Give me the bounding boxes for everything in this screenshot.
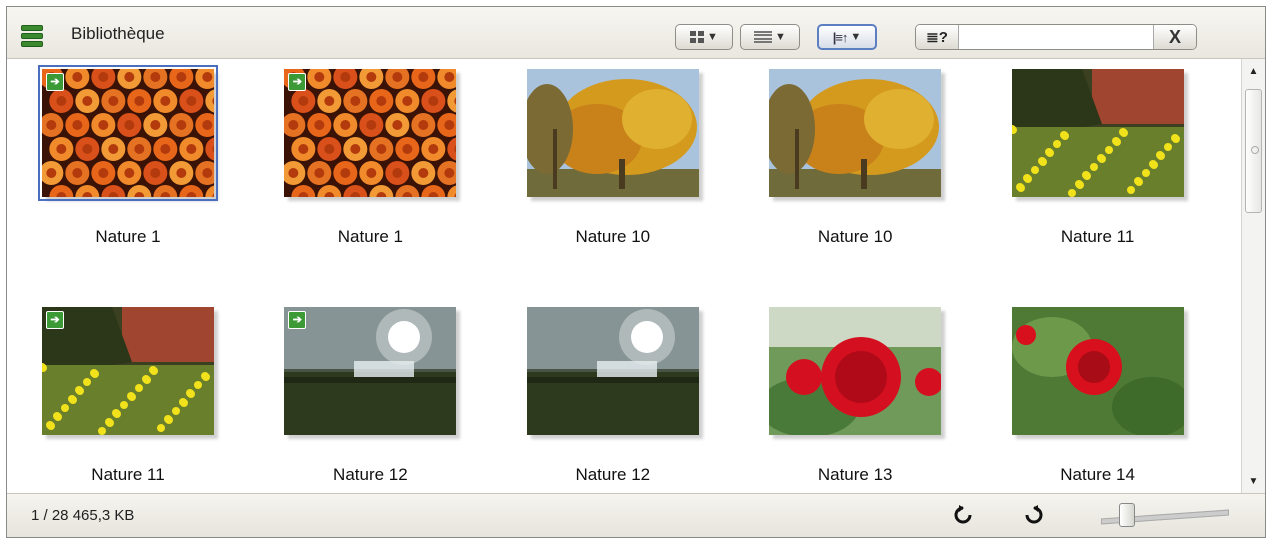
- photo-fountain-sunlight: [526, 307, 699, 435]
- clear-search-button[interactable]: X: [1153, 25, 1196, 49]
- thumbnail-tile[interactable]: Nature 13: [734, 297, 976, 495]
- thumbnail-tile[interactable]: ➔ Nature 11: [7, 297, 249, 495]
- thumbnail-image[interactable]: [526, 307, 699, 435]
- thumbnail-image[interactable]: ➔: [42, 307, 214, 435]
- sort-icon: |≡↑: [832, 29, 849, 45]
- rotate-right-icon: [1025, 505, 1043, 524]
- arrow-badge-icon: ➔: [288, 311, 307, 329]
- photo-fountain-sunlight: [284, 307, 457, 435]
- grid-view-button[interactable]: ▼: [675, 24, 733, 50]
- thumbnail-caption: Nature 11: [1060, 227, 1135, 246]
- library-title: Bibliothèque: [71, 24, 165, 43]
- thumbnail-tile[interactable]: Nature 10: [734, 59, 976, 277]
- arrow-badge-icon: ➔: [46, 311, 64, 329]
- library-stack-icon[interactable]: [21, 25, 43, 47]
- photo-autumn-tree: [526, 69, 699, 197]
- photo-red-rose-large: [769, 307, 942, 435]
- rotate-left-icon: [954, 505, 972, 524]
- thumbnail-tile[interactable]: ➔ Nature 1: [7, 59, 249, 277]
- thumbnail-caption: Nature 11: [91, 465, 165, 484]
- search-input[interactable]: [960, 27, 1154, 49]
- scroll-thumb[interactable]: [1245, 89, 1262, 213]
- grid-view-icon: [690, 31, 705, 43]
- thumbnail-image[interactable]: [1011, 69, 1184, 197]
- photo-roses-orange: [42, 69, 214, 197]
- thumbnail-tile[interactable]: ➔ Nature 1: [249, 59, 491, 277]
- thumbnail-caption: Nature 12: [333, 465, 408, 484]
- grip-icon: [1251, 146, 1259, 154]
- thumbnail-gallery: ➔ Nature 1 ➔ Nature 1 Nature 10 Nature 10 N…: [7, 59, 1239, 495]
- thumbnail-caption: Nature 1: [337, 227, 403, 246]
- thumbnail-caption: Nature 12: [575, 465, 651, 484]
- thumbnail-tile[interactable]: Nature 11: [977, 59, 1219, 277]
- thumbnail-caption: Nature 14: [1060, 465, 1135, 484]
- thumbnail-tile[interactable]: Nature 12: [492, 297, 734, 495]
- rotate-right-button[interactable]: [1022, 503, 1046, 527]
- toolbar: Bibliothèque ▼ ▼ |≡↑ ▼ ≣? X: [7, 7, 1265, 59]
- search-box: ≣? X: [915, 24, 1197, 50]
- thumbnail-tile[interactable]: ➔ Nature 12: [249, 297, 491, 495]
- chevron-down-icon: ▼: [775, 31, 786, 43]
- thumbnail-caption: Nature 10: [817, 227, 893, 246]
- list-view-icon: [754, 30, 773, 44]
- thumbnail-image[interactable]: ➔: [284, 307, 457, 435]
- photo-autumn-tree: [769, 69, 942, 197]
- chevron-down-icon: ▼: [707, 31, 718, 43]
- rotate-left-button[interactable]: [951, 503, 975, 527]
- library-window: Bibliothèque ▼ ▼ |≡↑ ▼ ≣? X ➔ Nature 1 ➔ Na…: [6, 6, 1266, 538]
- thumbnail-caption: Nature 1: [95, 227, 161, 246]
- thumbnail-image[interactable]: ➔: [38, 65, 218, 201]
- photo-red-rose-garden: [1011, 307, 1184, 435]
- sort-button[interactable]: |≡↑ ▼: [817, 24, 877, 50]
- thumbnail-image[interactable]: [1011, 307, 1184, 435]
- scroll-up-button[interactable]: ▲: [1242, 61, 1265, 83]
- thumbnail-caption: Nature 10: [575, 227, 651, 246]
- photo-roses-orange: [284, 69, 457, 197]
- arrow-badge-icon: ➔: [46, 73, 64, 91]
- list-view-button[interactable]: ▼: [740, 24, 800, 50]
- status-text: 1 / 28 465,3 KB: [31, 507, 135, 524]
- photo-daffodils: [1011, 69, 1184, 197]
- arrow-badge-icon: ➔: [288, 73, 307, 91]
- thumbnail-image[interactable]: ➔: [284, 69, 457, 197]
- photo-daffodils: [42, 307, 214, 435]
- chevron-down-icon: ▼: [850, 31, 862, 43]
- thumbnail-tile[interactable]: Nature 14: [977, 297, 1219, 495]
- search-help-icon[interactable]: ≣?: [916, 25, 959, 49]
- zoom-slider-handle[interactable]: [1119, 503, 1135, 527]
- scroll-down-button[interactable]: ▼: [1242, 471, 1265, 493]
- status-bar: 1 / 28 465,3 KB: [7, 493, 1265, 537]
- vertical-scrollbar[interactable]: ▲ ▼: [1241, 59, 1265, 495]
- thumbnail-caption: Nature 13: [817, 465, 893, 484]
- thumbnail-image[interactable]: [526, 69, 699, 197]
- thumbnail-image[interactable]: [769, 307, 942, 435]
- thumbnail-image[interactable]: [769, 69, 942, 197]
- thumbnail-tile[interactable]: Nature 10: [492, 59, 734, 277]
